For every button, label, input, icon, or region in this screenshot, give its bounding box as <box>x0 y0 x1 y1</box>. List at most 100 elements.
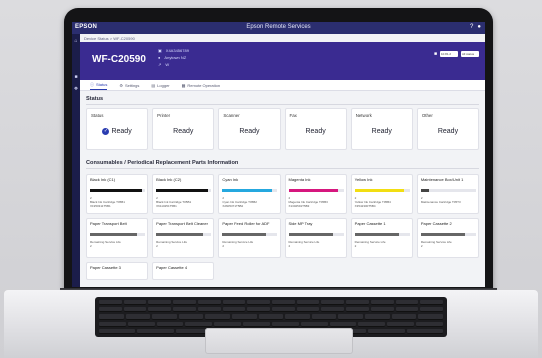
keyboard-key <box>329 321 357 327</box>
consumable-meta: 2 Magenta Ink Cartridge T05B3 X1302591T5B3 <box>289 196 328 209</box>
level-fill <box>90 233 137 236</box>
consumable-card[interactable]: Maintenance Box/Unit 1 2 Maintenance Cartr… <box>416 174 479 214</box>
keyboard-key <box>406 328 443 335</box>
consumable-meta-line: Remaining Service Life <box>156 240 188 244</box>
keyboard-key <box>296 307 320 313</box>
keyboard-key <box>137 328 174 335</box>
wrench-icon[interactable]: ❖ <box>72 86 80 92</box>
keyboard-key <box>205 314 231 320</box>
keyboard-key <box>127 321 155 327</box>
consumable-card[interactable]: Magenta Ink 2 Magenta Ink Cartridge T05B3 X… <box>284 174 347 214</box>
keyboard-key <box>368 328 405 335</box>
consumable-meta: Remaining Service Life 2 <box>90 240 121 248</box>
keyboard-key <box>296 300 320 306</box>
status-card-overall: Status ✓ Ready <box>86 108 149 150</box>
keyboard-key <box>311 314 337 320</box>
level-bar <box>288 189 344 192</box>
keyboard-key <box>258 314 284 320</box>
home-icon[interactable]: ⌂ <box>72 38 80 44</box>
device-serial: X4A3456789 <box>165 48 189 53</box>
device-header: WF-C20590 ▣ X4A3456789 ● Anytown NZ ↗ W ■ 1… <box>80 42 485 80</box>
tab-status[interactable]: ⓘ Status <box>90 80 108 90</box>
keyboard-key <box>418 314 443 320</box>
keyboard-key <box>156 321 184 327</box>
tab-logger[interactable]: ▤ Logger <box>151 80 169 90</box>
consumable-name: Paper Cassette 3 <box>90 265 121 270</box>
level-bar <box>222 233 278 236</box>
keyboard-key <box>185 321 213 327</box>
consumable-meta-line: 2 <box>90 244 92 249</box>
consumable-card[interactable]: Paper Feed Roller for ADF Remaining Servi… <box>218 218 281 258</box>
help-icon[interactable]: ? <box>470 24 473 30</box>
keyboard-key <box>391 314 417 320</box>
consumable-name: Paper Transport Belt Cleaner <box>156 221 208 226</box>
keyboard-key <box>300 321 328 327</box>
keyboard-key <box>285 314 310 320</box>
keyboard-key <box>222 300 246 306</box>
keyboard-key <box>123 307 147 313</box>
level-fill <box>156 189 209 192</box>
consumable-name: Side MP Tray <box>288 221 313 226</box>
level-bar <box>354 189 410 192</box>
keyboard-key <box>420 307 444 313</box>
keyboard-key <box>173 300 196 306</box>
consumable-meta-line: X1302591T5B3 <box>288 204 310 209</box>
consumable-name: Magenta Ink <box>288 177 311 182</box>
keyboard-key <box>370 300 394 306</box>
keyboard-key <box>99 307 122 313</box>
consumable-name: Paper Cassette 4 <box>156 265 188 270</box>
tab-settings[interactable]: ⚙ Settings <box>119 80 139 90</box>
level-bar <box>90 189 145 192</box>
consumable-card[interactable]: Paper Cassette 4 <box>152 262 215 280</box>
keyboard-key <box>346 307 369 313</box>
consumable-meta-line: X6110251T5B1 <box>156 204 177 209</box>
keyboard-key <box>152 314 177 320</box>
keyboard-key <box>338 314 364 320</box>
keyboard-key <box>99 314 124 320</box>
consumable-card[interactable]: Paper Cassette 2 Remaining Service Life 2 <box>416 218 479 258</box>
consumable-card[interactable]: Paper Cassette 3 <box>86 262 149 280</box>
level-bar <box>420 233 476 236</box>
left-navbar: ⌂ ■ ❖ <box>72 34 80 287</box>
consumable-meta-line: 2 <box>156 244 158 249</box>
keyboard-key <box>214 321 242 327</box>
status-card-fax: Fax Ready <box>284 108 347 150</box>
consumable-name: Paper Cassette 1 <box>354 221 386 226</box>
folder-icon[interactable]: ■ <box>434 51 437 57</box>
printer-nav-icon[interactable]: ■ <box>72 74 80 80</box>
consumable-meta-line: Maintenance Cartridge T05T3 <box>420 200 461 205</box>
consumable-card[interactable]: Side MP Tray Remaining Service Life 2 <box>284 218 347 258</box>
user-icon[interactable]: ● <box>477 24 481 30</box>
status-filter-select[interactable]: All status <box>461 51 479 57</box>
consumable-card[interactable]: Paper Transport Belt Cleaner Remaining Se… <box>152 218 215 258</box>
keyboard-key <box>272 307 295 313</box>
settings-icon: ⚙ <box>119 82 123 88</box>
level-bar <box>354 233 410 236</box>
location-icon: ● <box>158 55 161 60</box>
keyboard-key <box>387 321 415 327</box>
consumable-card[interactable]: Paper Cassette 1 Remaining Service Life 2 <box>350 218 413 258</box>
info-icon: ⓘ <box>90 81 94 87</box>
keyboard-key <box>99 321 126 327</box>
breadcrumb[interactable]: Device Status > WF-C20590 <box>84 36 135 41</box>
consumable-card[interactable]: Cyan Ink 2 Cyan Ink Cartridge T05B2 X260537… <box>218 174 281 214</box>
remote-icon: ▩ <box>181 82 186 88</box>
consumable-name: Paper Feed Roller for ADF <box>222 221 270 226</box>
firmware-select[interactable]: 10.81.2 <box>440 51 458 57</box>
consumable-card[interactable]: Black Ink (C1) 2 Black Ink Cartridge T05B1… <box>86 174 149 214</box>
divider <box>86 168 479 169</box>
consumable-meta-line: X2605371T5B2 <box>222 204 244 209</box>
device-model: WF-C20590 <box>92 54 146 65</box>
consumable-meta-line: 2 <box>420 244 423 249</box>
consumable-meta: Remaining Service Life 2 <box>156 240 187 248</box>
consumable-meta-line: 2 <box>354 244 357 249</box>
consumable-card[interactable]: Black Ink (C2) 2 Black Ink Cartridge T05B1… <box>152 174 215 214</box>
keyboard-key <box>197 300 221 306</box>
consumable-card[interactable]: Paper Transport Belt Remaining Service Li… <box>86 218 149 258</box>
tab-remote-operation[interactable]: ▩ Remote Operation <box>182 80 220 90</box>
status-grid: Status ✓ Ready Printer Ready Scanner Read… <box>86 108 480 150</box>
consumable-card[interactable]: Yellow Ink 2 Yellow Ink Cartridge T05B4 X35… <box>350 174 413 214</box>
keyboard-key <box>321 300 345 306</box>
keyboard-key <box>365 314 390 320</box>
keyboard-key <box>148 300 172 306</box>
